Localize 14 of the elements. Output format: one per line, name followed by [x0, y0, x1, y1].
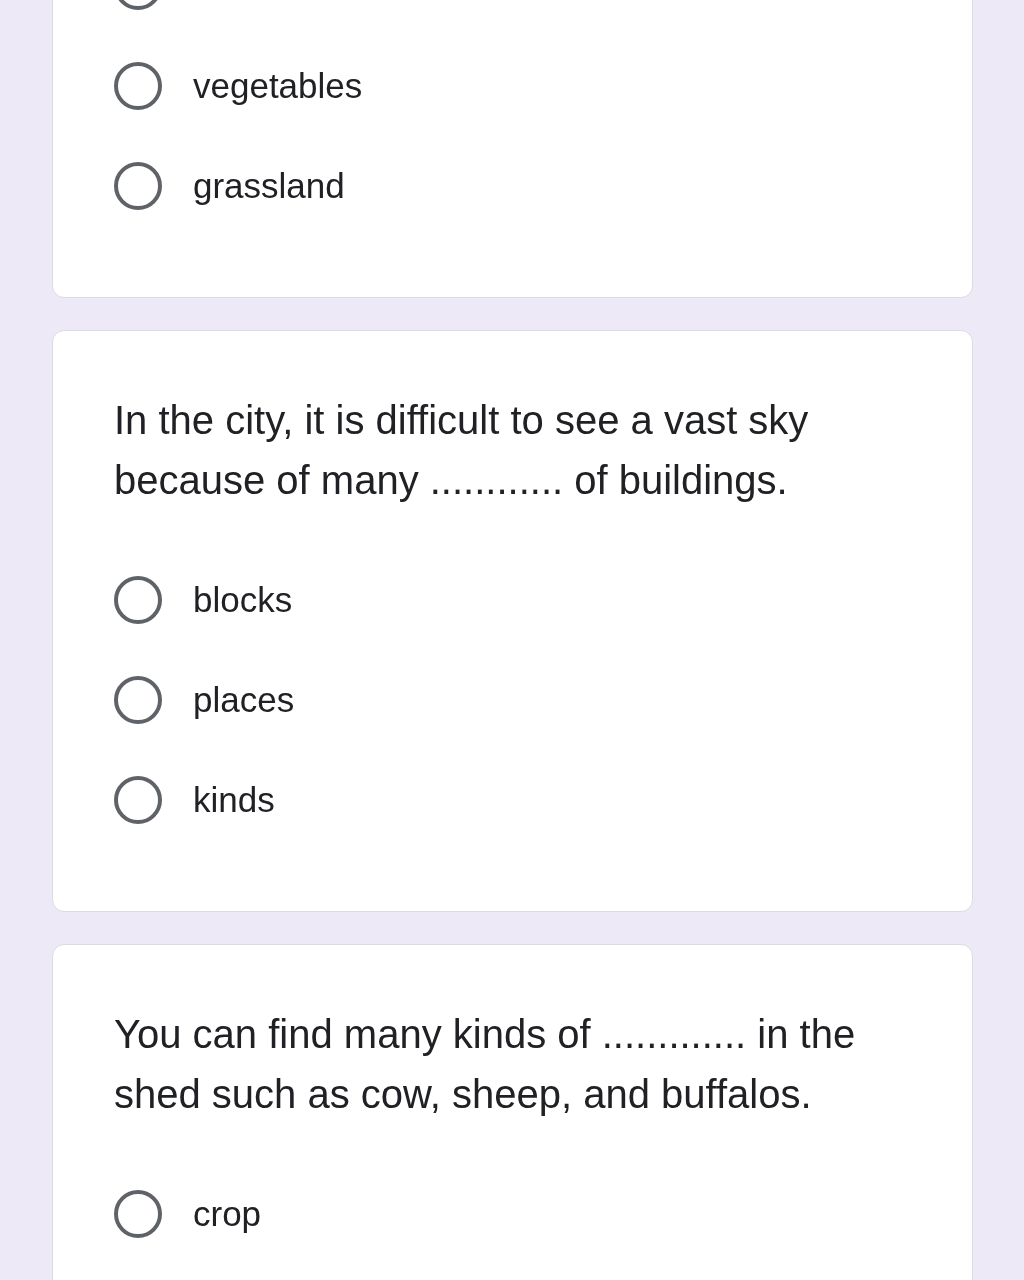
- option-label: crop: [193, 1193, 262, 1235]
- radio-button[interactable]: [114, 162, 162, 210]
- question-text: You can find many kinds of ............. in the shed such as cow, sheep, and buffalos.: [114, 1011, 857, 1118]
- option-label: kinds: [193, 779, 275, 821]
- option-label: places: [193, 679, 295, 721]
- radio-button[interactable]: [114, 1190, 162, 1238]
- option-label: blocks: [193, 579, 293, 621]
- radio-button[interactable]: [114, 676, 162, 724]
- radio-button[interactable]: [114, 576, 162, 624]
- radio-button[interactable]: [114, 62, 162, 110]
- question-text: In the city, it is difficult to see a vast sky because of many ............ of buildings.: [114, 397, 810, 504]
- radio-button[interactable]: [114, 776, 162, 824]
- option-label: grassland: [193, 165, 345, 207]
- option-label: vegetables: [193, 65, 363, 107]
